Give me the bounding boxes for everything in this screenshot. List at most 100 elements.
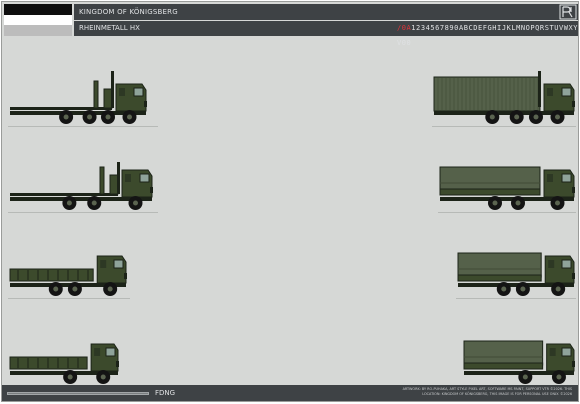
cab-side-window — [119, 88, 125, 96]
hx-8x8-flatbed-crane — [8, 68, 148, 126]
alphabet-strip: /0A1234567890ABCDEFGHIJKLMNOPQRSTUVWXYZ … — [397, 21, 579, 51]
bumper — [572, 187, 575, 193]
crane-arm — [99, 166, 105, 195]
cab-side-window — [549, 348, 556, 356]
ground-line — [438, 212, 576, 213]
wheel-hub — [127, 114, 132, 120]
alphabet-prefix: /0A — [397, 24, 412, 32]
footer: FDNG ARTWORK: BY RO-PUHAKA, ART STYLE PI… — [2, 385, 578, 401]
wheel-hub — [87, 114, 93, 120]
cab-side-window — [100, 260, 107, 268]
wheel-hub — [556, 374, 562, 380]
wheel-hub — [72, 286, 78, 292]
bumper — [144, 101, 147, 107]
hx-4x4-dropside-short-drawing — [9, 343, 119, 384]
bumper — [572, 273, 575, 279]
tarp-cover — [439, 166, 541, 192]
wheel-hub — [67, 374, 73, 380]
wheel-hub — [555, 114, 560, 120]
hx-6x6-covered-cargo — [438, 154, 576, 212]
hx-4x4-dropside-drawing — [9, 255, 127, 296]
cab-window — [561, 347, 572, 357]
hx-6x6-tarp-truck — [456, 244, 576, 298]
hx-6x6-flatbed-crane — [8, 157, 154, 212]
vehicle-name-bar: RHEINMETALL HX /0A1234567890ABCDEFGHIJKL… — [74, 21, 578, 47]
wheel-hub — [91, 200, 97, 206]
hx-container-carrier-drawing — [433, 71, 575, 124]
hx-6x6-flatbed-crane-drawing — [10, 157, 153, 210]
crane-arm — [93, 80, 99, 109]
wheel-hub — [555, 286, 561, 292]
cab-window — [113, 259, 124, 269]
cab-window — [561, 259, 572, 269]
exhaust-stack — [538, 71, 541, 107]
footer-slider — [7, 392, 149, 395]
cab-side-window — [94, 348, 101, 356]
bumper — [124, 273, 127, 279]
cab-window — [561, 173, 572, 183]
bumper — [572, 101, 575, 107]
hx-4x4-tarp-truck — [462, 334, 576, 386]
cab-window — [139, 173, 150, 183]
footer-code: FDNG — [155, 389, 176, 397]
bumper — [116, 361, 119, 367]
cab-side-window — [125, 174, 131, 182]
cab-side-window — [547, 88, 553, 96]
dropside-body — [9, 268, 94, 282]
wheel-hub — [515, 200, 521, 206]
cab-window — [561, 87, 572, 97]
wheel-hub — [533, 114, 539, 120]
ground-line — [432, 126, 576, 127]
crane-base — [109, 174, 119, 195]
wheel-hub — [514, 114, 520, 120]
cargo-sides — [457, 274, 542, 282]
wheel-hub — [133, 200, 138, 206]
tarp-cover — [457, 252, 542, 278]
flag-icon — [4, 4, 72, 36]
dropside-body — [9, 356, 88, 370]
wheel-hub — [107, 286, 113, 292]
wheel-hub — [522, 374, 528, 380]
cab-window — [105, 347, 116, 357]
hx-8x8-flatbed-crane-drawing — [10, 71, 147, 124]
hx-6x6-covered-cargo-drawing — [439, 166, 575, 210]
header: KINGDOM OF KÖNIGSBERG RHEINMETALL HX /0A… — [2, 2, 578, 47]
ground-line — [8, 298, 130, 299]
country-bar: KINGDOM OF KÖNIGSBERG — [74, 4, 578, 20]
wheel-hub — [489, 114, 495, 120]
cab-window — [133, 87, 144, 97]
tarp-cover — [463, 340, 544, 366]
vehicle-name: RHEINMETALL HX — [79, 24, 140, 32]
vehicle-sheet: KINGDOM OF KÖNIGSBERG RHEINMETALL HX /0A… — [1, 1, 579, 402]
wheel-hub — [105, 114, 111, 120]
wheel-hub — [66, 200, 72, 206]
hx-container-carrier — [432, 68, 576, 126]
bumper — [150, 187, 153, 193]
crane-base — [103, 88, 113, 109]
wheel-hub — [492, 200, 498, 206]
credits: ARTWORK: BY RO-PUHAKA, ART STYLE PIXEL A… — [322, 387, 572, 397]
bumper — [572, 361, 575, 367]
wheel-hub — [53, 286, 59, 292]
cab-side-window — [548, 260, 555, 268]
wheel-hub — [520, 286, 526, 292]
hx-4x4-dropside-short — [8, 338, 120, 386]
wheel-hub — [555, 200, 560, 206]
monogram-logo-icon — [558, 4, 578, 20]
wheel-hub — [100, 374, 106, 380]
ground-line — [8, 212, 158, 213]
cargo-sides — [463, 362, 544, 370]
hx-4x4-tarp-truck-drawing — [463, 340, 575, 384]
credits-line-2: LOCATION: KINGDOM OF KÖNIGSBERG, THIS IM… — [422, 392, 572, 397]
exhaust-stack — [111, 71, 114, 108]
cab-side-window — [547, 174, 553, 182]
hx-4x4-dropside — [8, 250, 128, 298]
wheel-hub — [63, 114, 69, 120]
hx-6x6-tarp-truck-drawing — [457, 252, 575, 296]
exhaust-stack — [117, 157, 120, 194]
wheel-hub — [501, 286, 507, 292]
alphabet-text: 1234567890ABCDEFGHIJKLMNOPQRSTUVWXYZ V00 — [397, 24, 579, 47]
country-title: KINGDOM OF KÖNIGSBERG — [79, 8, 178, 16]
ground-line — [8, 126, 158, 127]
cargo-sides — [439, 188, 541, 196]
